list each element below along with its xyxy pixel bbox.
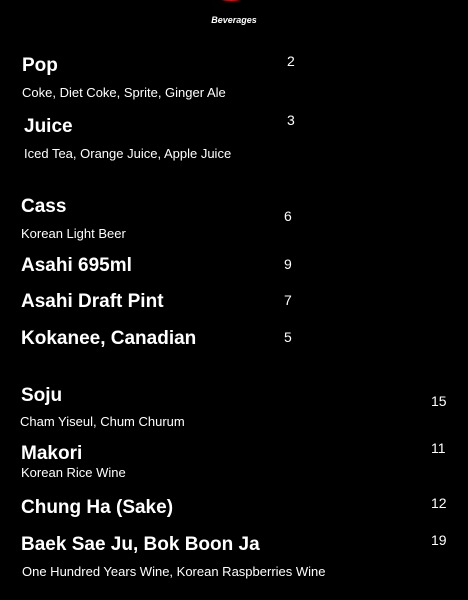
menu-item-price: 2 — [287, 53, 295, 69]
section-title: Beverages — [211, 15, 257, 25]
menu-item-price: 11 — [431, 440, 446, 456]
menu-item-price: 3 — [287, 112, 295, 128]
menu-item-description: Cham Yiseul, Chum Churum — [20, 414, 185, 429]
menu-item-description: One Hundred Years Wine, Korean Raspberri… — [22, 564, 326, 579]
menu-item-price: 5 — [284, 329, 292, 345]
menu-item-price: 15 — [431, 393, 447, 409]
restaurant-logo — [221, 0, 241, 1]
menu-item-price: 6 — [284, 208, 292, 224]
menu-item-description: Coke, Diet Coke, Sprite, Ginger Ale — [22, 85, 226, 100]
menu-item-name: Juice — [24, 116, 73, 137]
menu-item-description: Korean Rice Wine — [21, 465, 126, 480]
menu-item-name: Pop — [22, 55, 58, 76]
menu-item-name: Soju — [21, 385, 63, 406]
menu-item-price: 19 — [431, 532, 447, 548]
menu-item-name: Asahi Draft Pint — [21, 291, 164, 312]
menu-item-description: Iced Tea, Orange Juice, Apple Juice — [24, 146, 232, 161]
menu-item-name: Makori — [21, 443, 83, 464]
menu-item-price: 9 — [284, 256, 292, 272]
menu-item-name: Asahi 695ml — [21, 255, 132, 276]
menu-item-price: 12 — [431, 495, 447, 511]
menu-item-name: Cass — [21, 196, 67, 217]
menu-item-name: Chung Ha (Sake) — [21, 497, 174, 518]
menu-item-description: Korean Light Beer — [21, 226, 126, 241]
menu-item-name: Kokanee, Canadian — [21, 328, 197, 349]
menu-item-price: 7 — [284, 292, 292, 308]
menu-item-name: Baek Sae Ju, Bok Boon Ja — [21, 534, 260, 555]
